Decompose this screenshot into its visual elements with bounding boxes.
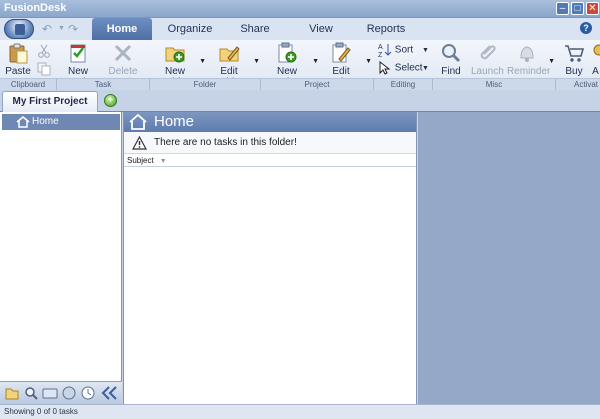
status-bar: Showing 0 of 0 tasks — [0, 404, 600, 419]
activate-label: A — [592, 66, 599, 77]
paperclip-icon — [480, 45, 496, 60]
launch-label: Launch — [471, 66, 504, 77]
reminder-button[interactable]: Reminder ▼ — [507, 42, 555, 78]
task-pane-title: Home — [154, 113, 195, 130]
group-editing: Editing — [390, 80, 416, 89]
tab-home[interactable]: Home — [92, 18, 152, 40]
home-icon — [16, 116, 30, 128]
cart-icon — [565, 45, 585, 62]
edit-project-button[interactable]: Edit Project ▼ — [318, 42, 372, 88]
cursor-icon — [379, 60, 391, 75]
sort-dropdown-icon[interactable]: ▼ — [422, 47, 429, 54]
folder-tree-item-home[interactable]: Home — [2, 114, 120, 130]
new-task-icon — [70, 44, 86, 63]
edit-project-icon — [332, 42, 351, 63]
cut-icon[interactable] — [37, 44, 51, 58]
group-task: Task — [94, 80, 112, 89]
window-title: FusionDesk — [4, 2, 67, 14]
undo-dropdown-icon[interactable]: ▼ — [58, 25, 65, 32]
navigation-toolbar — [0, 381, 122, 404]
new-task-button[interactable]: New Task — [58, 42, 98, 88]
add-project-icon[interactable]: + — [104, 94, 117, 107]
paste-icon — [9, 43, 28, 64]
new-project-button[interactable]: New Project ▼ — [263, 42, 319, 88]
group-misc: Misc — [485, 80, 503, 89]
folder-tree-pane: Home — [0, 112, 122, 404]
new-folder-dropdown-icon[interactable]: ▼ — [199, 58, 206, 65]
folder-tree-item-label: Home — [32, 116, 59, 127]
find-label: Find — [441, 66, 461, 77]
minimize-button[interactable]: – — [556, 2, 569, 15]
key-icon — [593, 44, 600, 56]
preview-pane — [418, 112, 600, 404]
tag-view-icon[interactable] — [42, 385, 58, 401]
bell-icon — [520, 46, 534, 62]
sort-button[interactable]: A Z Sort ▼ — [378, 42, 429, 59]
sort-label: Sort — [394, 44, 414, 56]
buy-button[interactable]: Buy — [563, 42, 585, 78]
application-menu-button[interactable] — [4, 19, 34, 39]
tab-view[interactable]: View — [298, 18, 344, 40]
home-icon — [129, 114, 147, 130]
new-folder-icon — [165, 47, 185, 63]
clock-view-icon[interactable] — [80, 385, 96, 401]
reminder-label: Reminder — [507, 66, 551, 77]
column-header-label: Subject — [127, 156, 154, 165]
close-button[interactable]: ✕ — [586, 2, 599, 15]
paste-button[interactable]: Paste — [4, 42, 32, 78]
new-project-icon — [278, 42, 297, 63]
collapse-pane-icon[interactable] — [99, 385, 119, 401]
new-folder-button[interactable]: New Folder ▼ — [152, 42, 206, 88]
task-pane-header: Home — [124, 112, 416, 132]
edit-folder-button[interactable]: Edit Folder ▼ — [206, 42, 260, 88]
warning-icon — [132, 136, 147, 150]
undo-icon[interactable]: ↶ — [42, 22, 52, 36]
group-activation: Activat — [573, 80, 598, 89]
tab-organize[interactable]: Organize — [160, 18, 220, 40]
title-bar: FusionDesk – □ ✕ — [0, 0, 600, 18]
sort-icon: A Z — [378, 44, 392, 59]
group-project: Project — [304, 80, 330, 89]
group-folder: Folder — [193, 80, 217, 89]
empty-folder-notice: There are no tasks in this folder! — [124, 132, 416, 154]
ribbon-tab-row: ↶ ▼ ↷ Home Organize Share View Reports ? — [0, 18, 600, 40]
svg-text:A: A — [378, 44, 383, 51]
edit-project-dropdown-icon[interactable]: ▼ — [365, 58, 372, 65]
maximize-button[interactable]: □ — [571, 2, 584, 15]
status-text: Showing 0 of 0 tasks — [4, 407, 78, 416]
group-clipboard: Clipboard — [10, 80, 46, 89]
redo-icon[interactable]: ↷ — [68, 22, 78, 36]
delete-icon — [114, 44, 132, 62]
select-label: Select — [394, 62, 423, 74]
select-dropdown-icon[interactable]: ▼ — [422, 65, 429, 72]
search-view-icon[interactable] — [23, 385, 39, 401]
copy-icon[interactable] — [37, 62, 51, 76]
activate-button[interactable]: A — [591, 42, 600, 78]
buy-label: Buy — [565, 66, 583, 77]
find-button[interactable]: Find — [437, 42, 465, 78]
delete-task-button[interactable]: Delete Task — [101, 42, 145, 88]
project-tab[interactable]: My First Project — [2, 91, 98, 112]
tab-reports[interactable]: Reports — [360, 18, 412, 40]
svg-text:Z: Z — [378, 52, 383, 58]
help-icon[interactable]: ? — [580, 22, 592, 34]
edit-folder-dropdown-icon[interactable]: ▼ — [253, 58, 260, 65]
app-icon — [15, 24, 25, 35]
reminder-dropdown-icon[interactable]: ▼ — [548, 58, 555, 65]
globe-view-icon[interactable] — [61, 385, 77, 401]
task-list-pane: Home There are no tasks in this folder! … — [123, 112, 417, 404]
folder-view-icon[interactable] — [4, 385, 20, 401]
select-button[interactable]: Select ▼ — [378, 60, 429, 75]
magnifier-icon — [442, 44, 461, 63]
sort-arrow-icon: ▼ — [159, 158, 167, 165]
tab-share[interactable]: Share — [230, 18, 280, 40]
ribbon-group-labels: Clipboard Task Folder Project Editing Mi… — [0, 78, 600, 91]
edit-folder-icon — [219, 46, 240, 62]
paste-label: Paste — [5, 66, 31, 77]
empty-folder-message: There are no tasks in this folder! — [154, 137, 297, 148]
launch-button[interactable]: Launch — [471, 42, 504, 78]
column-header-subject[interactable]: Subject ▼ — [124, 155, 416, 167]
project-tab-row: My First Project + — [0, 90, 600, 112]
